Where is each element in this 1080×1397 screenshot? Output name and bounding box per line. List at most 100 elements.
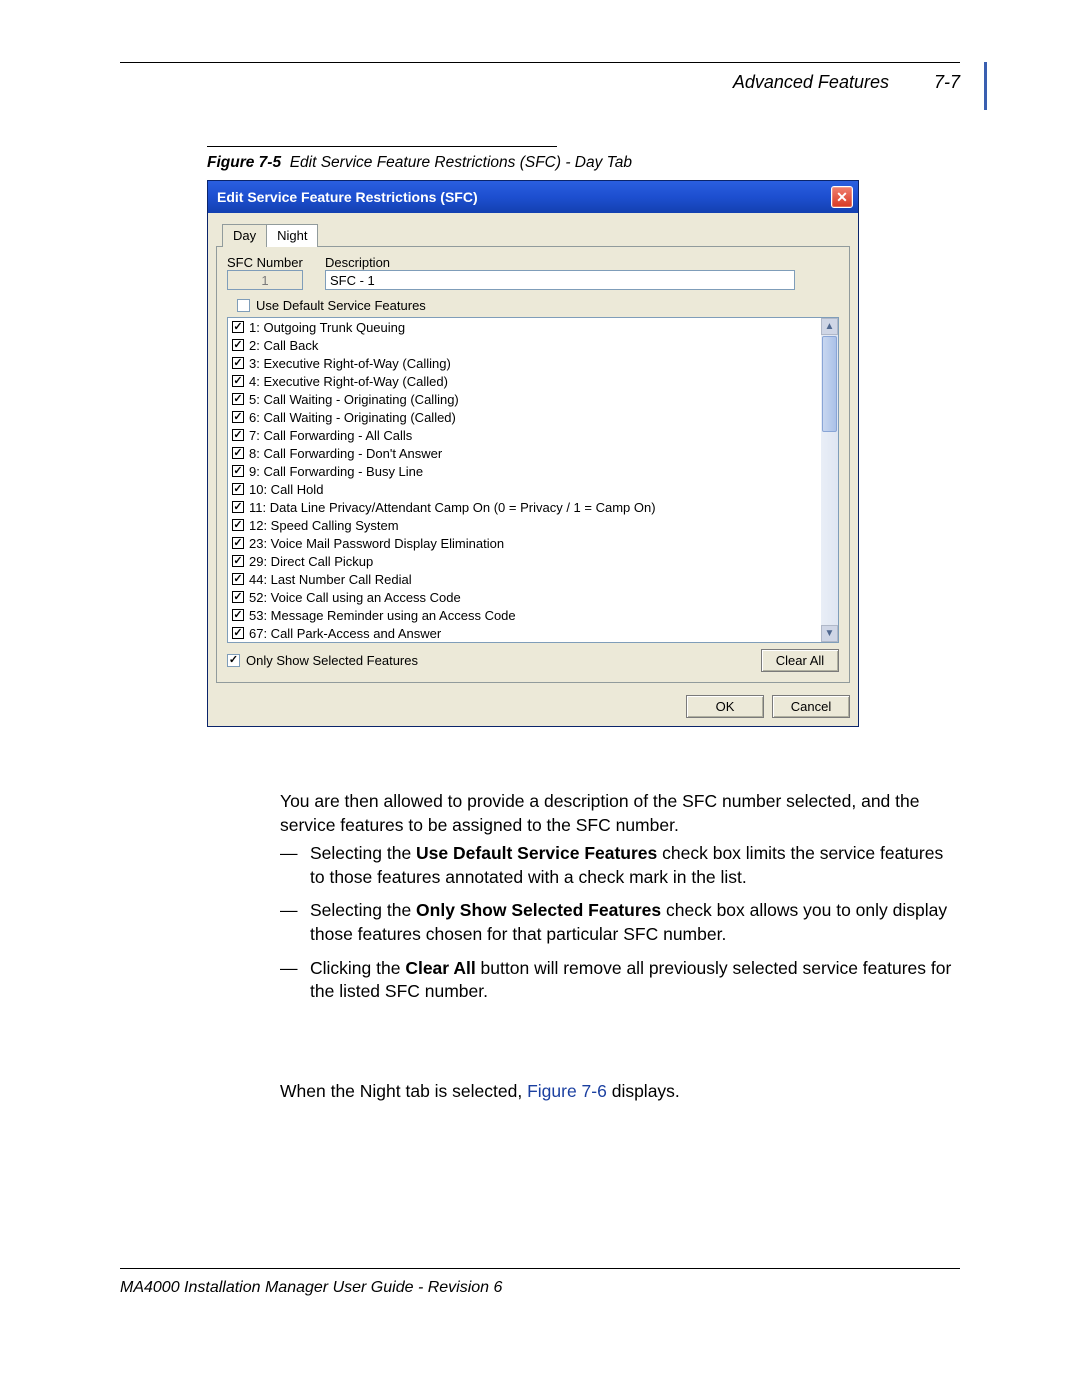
feature-checkbox[interactable]: ✓ — [232, 357, 244, 369]
feature-checkbox[interactable]: ✓ — [232, 429, 244, 441]
feature-item[interactable]: ✓ 1: Outgoing Trunk Queuing — [228, 318, 821, 336]
feature-item[interactable]: ✓ 10: Call Hold — [228, 480, 821, 498]
feature-label: 3: Executive Right-of-Way (Calling) — [249, 356, 451, 371]
feature-checkbox[interactable]: ✓ — [232, 591, 244, 603]
bullet-item: —Clicking the Clear All button will remo… — [280, 957, 960, 1004]
bullet-list: —Selecting the Use Default Service Featu… — [280, 842, 960, 1014]
feature-checkbox[interactable]: ✓ — [232, 519, 244, 531]
scroll-track[interactable] — [821, 335, 838, 625]
feature-label: 23: Voice Mail Password Display Eliminat… — [249, 536, 504, 551]
feature-checkbox[interactable]: ✓ — [232, 627, 244, 639]
feature-label: 8: Call Forwarding - Don't Answer — [249, 446, 442, 461]
bullet-text: Selecting the Use Default Service Featur… — [310, 842, 960, 889]
feature-label: 29: Direct Call Pickup — [249, 554, 373, 569]
feature-label: 67: Call Park-Access and Answer — [249, 626, 441, 641]
feature-item[interactable]: ✓ 44: Last Number Call Redial — [228, 570, 821, 588]
feature-item[interactable]: ✓ 9: Call Forwarding - Busy Line — [228, 462, 821, 480]
feature-item[interactable]: ✓ 2: Call Back — [228, 336, 821, 354]
feature-item[interactable]: ✓ 11: Data Line Privacy/Attendant Camp On… — [228, 498, 821, 516]
feature-item[interactable]: ✓ 7: Call Forwarding - All Calls — [228, 426, 821, 444]
header-accent — [984, 62, 987, 110]
feature-item[interactable]: ✓53: Message Reminder using an Access Co… — [228, 606, 821, 624]
bullet-text: Selecting the Only Show Selected Feature… — [310, 899, 960, 946]
intro-paragraph: You are then allowed to provide a descri… — [280, 790, 960, 837]
feature-checkbox[interactable]: ✓ — [232, 321, 244, 333]
feature-label: 7: Call Forwarding - All Calls — [249, 428, 412, 443]
night-post: displays. — [607, 1081, 680, 1101]
feature-checkbox[interactable]: ✓ — [232, 465, 244, 477]
dialog-titlebar[interactable]: Edit Service Feature Restrictions (SFC) … — [208, 181, 858, 213]
close-icon[interactable]: ✕ — [831, 186, 853, 208]
dialog-title: Edit Service Feature Restrictions (SFC) — [217, 189, 831, 205]
bullet-dash: — — [280, 842, 310, 889]
tab-panel: SFC Number Description Use Default Servi… — [216, 246, 850, 683]
bullet-item: —Selecting the Only Show Selected Featur… — [280, 899, 960, 946]
use-default-checkbox[interactable] — [237, 299, 250, 312]
tabs: DayNight — [222, 223, 850, 246]
description-field[interactable] — [325, 270, 795, 290]
feature-item[interactable]: ✓ 5: Call Waiting - Originating (Calling) — [228, 390, 821, 408]
feature-checkbox[interactable]: ✓ — [232, 447, 244, 459]
description-label: Description — [325, 255, 839, 270]
bullet-text: Clicking the Clear All button will remov… — [310, 957, 960, 1004]
feature-label: 12: Speed Calling System — [249, 518, 399, 533]
scroll-thumb[interactable] — [822, 336, 837, 432]
feature-item[interactable]: ✓ 52: Voice Call using an Access Code — [228, 588, 821, 606]
sfc-number-field[interactable] — [227, 270, 303, 290]
feature-checkbox[interactable]: ✓ — [232, 555, 244, 567]
clear-all-button[interactable]: Clear All — [761, 649, 839, 672]
feature-label: 6: Call Waiting - Originating (Called) — [249, 410, 456, 425]
feature-label: 11: Data Line Privacy/Attendant Camp On … — [249, 500, 656, 515]
use-default-label: Use Default Service Features — [256, 298, 426, 313]
feature-label: 10: Call Hold — [249, 482, 323, 497]
feature-checkbox[interactable]: ✓ — [232, 393, 244, 405]
tab-night[interactable]: Night — [266, 224, 318, 247]
ok-button[interactable]: OK — [686, 695, 764, 718]
only-show-checkbox[interactable]: ✓ — [227, 654, 240, 667]
footer-text: MA4000 Installation Manager User Guide -… — [120, 1279, 502, 1297]
bullet-item: —Selecting the Use Default Service Featu… — [280, 842, 960, 889]
scroll-up-icon[interactable]: ▲ — [821, 318, 838, 335]
feature-checkbox[interactable]: ✓ — [232, 483, 244, 495]
page-number: 7-7 — [934, 72, 960, 92]
feature-checkbox[interactable]: ✓ — [232, 573, 244, 585]
feature-checkbox[interactable]: ✓ — [232, 609, 244, 621]
feature-label: 44: Last Number Call Redial — [249, 572, 412, 587]
feature-item[interactable]: ✓ 8: Call Forwarding - Don't Answer — [228, 444, 821, 462]
footer-rule — [120, 1268, 960, 1269]
feature-item[interactable]: ✓ 12: Speed Calling System — [228, 516, 821, 534]
night-paragraph: When the Night tab is selected, Figure 7… — [280, 1080, 960, 1104]
feature-label: 2: Call Back — [249, 338, 318, 353]
feature-checkbox[interactable]: ✓ — [232, 411, 244, 423]
bullet-dash: — — [280, 899, 310, 946]
figure-7-6-link[interactable]: Figure 7-6 — [527, 1081, 607, 1101]
scrollbar[interactable]: ▲ ▼ — [821, 318, 838, 642]
only-show-label: Only Show Selected Features — [246, 653, 418, 668]
cancel-button[interactable]: Cancel — [772, 695, 850, 718]
feature-label: 52: Voice Call using an Access Code — [249, 590, 461, 605]
feature-checkbox[interactable]: ✓ — [232, 501, 244, 513]
feature-checkbox[interactable]: ✓ — [232, 375, 244, 387]
use-default-checkbox-row[interactable]: Use Default Service Features — [237, 298, 839, 313]
page-header: Advanced Features 7-7 — [733, 72, 960, 93]
feature-item[interactable]: ✓ 3: Executive Right-of-Way (Calling) — [228, 354, 821, 372]
figure-caption: Figure 7-5 Edit Service Feature Restrict… — [207, 154, 632, 172]
section-name: Advanced Features — [733, 72, 889, 92]
night-pre: When the Night tab is selected, — [280, 1081, 527, 1101]
tab-day[interactable]: Day — [222, 224, 267, 247]
feature-checkbox[interactable]: ✓ — [232, 339, 244, 351]
feature-checkbox[interactable]: ✓ — [232, 537, 244, 549]
figure-rule — [207, 146, 557, 147]
feature-label: 5: Call Waiting - Originating (Calling) — [249, 392, 459, 407]
scroll-down-icon[interactable]: ▼ — [821, 625, 838, 642]
feature-item[interactable]: ✓ 67: Call Park-Access and Answer — [228, 624, 821, 642]
header-rule — [120, 62, 960, 63]
feature-label: 9: Call Forwarding - Busy Line — [249, 464, 423, 479]
bullet-dash: — — [280, 957, 310, 1004]
feature-item[interactable]: ✓ 4: Executive Right-of-Way (Called) — [228, 372, 821, 390]
feature-label: 4: Executive Right-of-Way (Called) — [249, 374, 448, 389]
feature-item[interactable]: ✓ 23: Voice Mail Password Display Elimina… — [228, 534, 821, 552]
feature-item[interactable]: ✓ 29: Direct Call Pickup — [228, 552, 821, 570]
feature-item[interactable]: ✓ 6: Call Waiting - Originating (Called) — [228, 408, 821, 426]
feature-label: 1: Outgoing Trunk Queuing — [249, 320, 405, 335]
